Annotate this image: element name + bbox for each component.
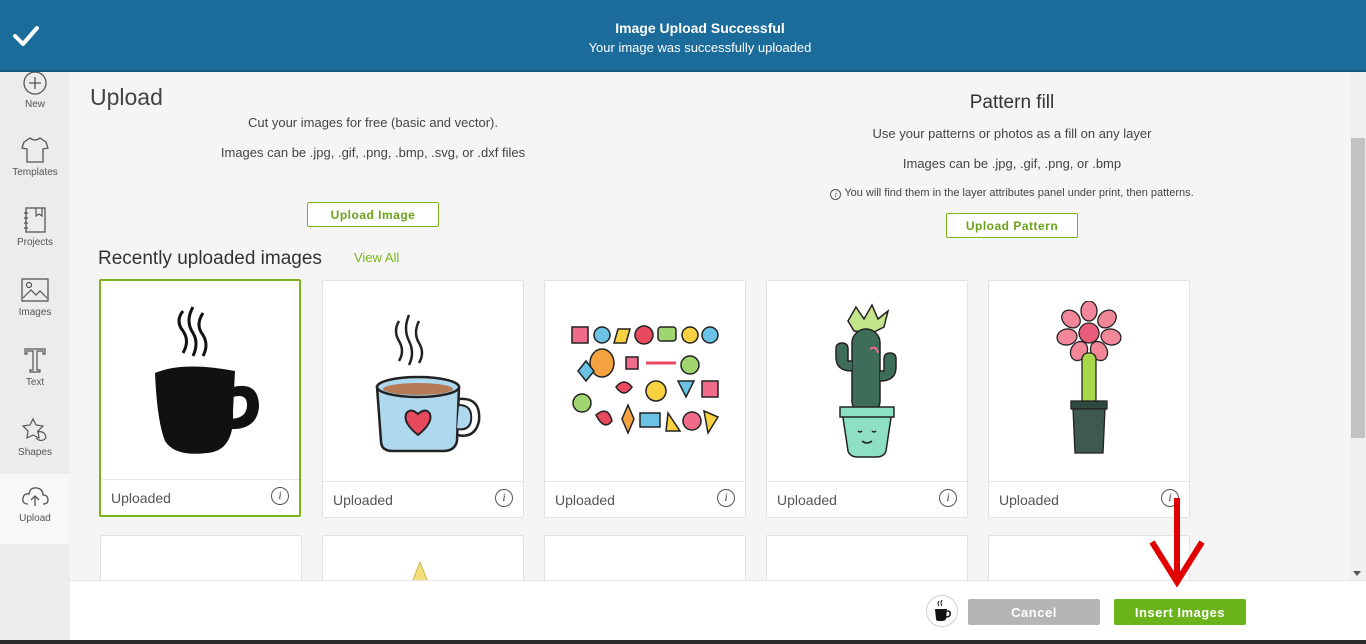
pattern-description: Use your patterns or photos as a fill on… — [872, 126, 1152, 141]
upload-status: Uploaded — [999, 492, 1059, 508]
scrollbar-thumb[interactable] — [1351, 138, 1365, 438]
sidebar-item-label: Images — [18, 307, 52, 318]
image-card[interactable]: Uploaded i — [99, 279, 301, 517]
pink-flower-cactus-image — [1056, 301, 1122, 454]
cactus-in-pot-image — [835, 303, 897, 458]
image-card[interactable] — [766, 535, 968, 580]
sidebar-item-new[interactable]: New — [0, 70, 70, 140]
cloud-upload-icon — [22, 487, 49, 506]
pattern-file-types: Images can be .jpg, .gif, .png, or .bmp — [902, 156, 1122, 171]
image-thumbnail — [101, 281, 299, 481]
info-icon: i — [830, 189, 842, 200]
doodle-stickers-image — [571, 325, 720, 436]
image-card[interactable]: Uploaded i — [544, 280, 746, 518]
image-card-footer: Uploaded i — [767, 481, 967, 517]
image-card-footer: Uploaded i — [545, 481, 745, 517]
taskbar-strip — [0, 640, 1366, 644]
image-thumbnail — [989, 281, 1189, 481]
insert-images-button[interactable]: Insert Images — [1114, 599, 1246, 625]
image-icon — [21, 278, 49, 302]
left-sidebar: New Templates Projects Images Text Shape… — [0, 70, 70, 644]
image-thumbnail — [545, 281, 745, 481]
shapes-icon — [21, 417, 47, 442]
info-icon[interactable]: i — [271, 487, 289, 505]
red-arrow-annotation-icon — [1149, 498, 1205, 588]
view-all-link[interactable]: View All — [354, 250, 399, 265]
pattern-note-text: You will find them in the layer attribut… — [844, 187, 1194, 199]
pattern-note: i You will find them in the layer attribu… — [782, 187, 1242, 200]
sidebar-item-label: Shapes — [18, 447, 52, 458]
info-icon[interactable]: i — [495, 489, 513, 507]
image-card[interactable] — [100, 535, 302, 580]
selected-image-preview — [926, 595, 958, 627]
image-card[interactable] — [544, 535, 746, 580]
image-thumbnail — [767, 281, 967, 481]
upload-description: Cut your images for free (basic and vect… — [248, 115, 498, 130]
sidebar-item-label: Templates — [12, 167, 58, 178]
sidebar-item-label: New — [24, 99, 45, 110]
upload-pattern-button[interactable]: Upload Pattern — [946, 213, 1078, 238]
vertical-scrollbar[interactable] — [1350, 72, 1366, 580]
upload-file-types: Images can be .jpg, .gif, .png, .bmp, .s… — [220, 145, 526, 160]
sidebar-item-label: Projects — [16, 237, 54, 248]
sidebar-item-label: Upload — [19, 513, 51, 524]
upload-status: Uploaded — [777, 492, 837, 508]
plus-circle-icon — [23, 71, 47, 95]
upload-image-button[interactable]: Upload Image — [307, 202, 439, 227]
sidebar-item-projects[interactable]: Projects — [0, 206, 70, 276]
pattern-fill-title: Pattern fill — [969, 92, 1055, 113]
image-card-footer: Uploaded i — [323, 481, 523, 517]
image-card-footer: Uploaded i — [101, 479, 299, 515]
sidebar-item-templates[interactable]: Templates — [0, 136, 70, 206]
black-coffee-mug-icon — [935, 600, 951, 621]
info-icon[interactable]: i — [717, 489, 735, 507]
image-card[interactable]: Uploaded i — [988, 280, 1190, 518]
text-t-icon — [24, 348, 46, 373]
yellow-shape-image — [412, 560, 428, 580]
banner-message: Your image was successfully uploaded — [588, 40, 812, 55]
notebook-icon — [24, 207, 46, 233]
info-icon[interactable]: i — [939, 489, 957, 507]
upload-success-banner: Image Upload Successful Your image was s… — [0, 0, 1366, 72]
checkmark-icon — [13, 26, 39, 46]
bottom-action-bar: Cancel Insert Images — [70, 580, 1366, 640]
sidebar-item-label: Text — [25, 377, 45, 388]
blue-heart-mug-image — [375, 314, 481, 453]
upload-status: Uploaded — [555, 492, 615, 508]
black-coffee-mug-image — [155, 306, 259, 454]
sidebar-item-text[interactable]: Text — [0, 346, 70, 416]
scroll-down-arrow-icon[interactable] — [1353, 571, 1361, 576]
upload-status: Uploaded — [111, 490, 171, 506]
upload-status: Uploaded — [333, 492, 393, 508]
image-card[interactable] — [322, 535, 524, 580]
upload-title: Upload — [90, 84, 163, 110]
banner-title: Image Upload Successful — [615, 20, 785, 36]
hand-drawn-image — [161, 560, 261, 580]
image-thumbnail — [323, 281, 523, 481]
tshirt-icon — [21, 137, 49, 163]
image-card[interactable]: Uploaded i — [766, 280, 968, 518]
image-card[interactable]: Uploaded i — [322, 280, 524, 518]
sidebar-item-upload[interactable]: Upload — [0, 474, 70, 544]
sidebar-item-images[interactable]: Images — [0, 276, 70, 346]
recent-uploads-title: Recently uploaded images — [98, 248, 322, 269]
cancel-button[interactable]: Cancel — [968, 599, 1100, 625]
